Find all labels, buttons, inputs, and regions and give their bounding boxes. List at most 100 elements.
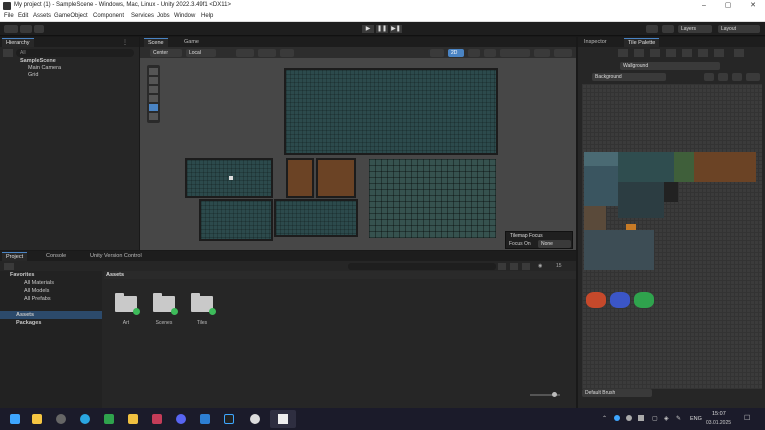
xbox-icon[interactable]	[104, 414, 114, 424]
zoom-slider-handle[interactable]	[552, 392, 557, 397]
assets-folder[interactable]: Assets	[16, 312, 34, 318]
notification-icon[interactable]: ☐	[744, 414, 750, 422]
grid-icon[interactable]	[718, 73, 728, 81]
tray-icon-4[interactable]: ▢	[652, 415, 658, 422]
palette-tile-props[interactable]	[618, 182, 664, 218]
app-icon-2[interactable]	[200, 414, 210, 424]
breadcrumb[interactable]: Assets	[106, 272, 124, 278]
menu-assets[interactable]: Assets	[33, 13, 51, 19]
tab-scene[interactable]: Scene	[144, 38, 168, 47]
fill-icon[interactable]	[714, 49, 724, 57]
palette-settings-icon[interactable]	[746, 73, 760, 81]
panel-menu-icon[interactable]: ⋮	[122, 39, 128, 46]
eraser-icon[interactable]	[698, 49, 708, 57]
filter-icon[interactable]	[498, 263, 506, 270]
palette-tile-blue-bush[interactable]	[610, 292, 630, 308]
tab-inspector[interactable]: Inspector	[580, 38, 611, 47]
clock-time[interactable]: 15:07	[712, 411, 726, 417]
favorite-all-models[interactable]: All Models	[24, 288, 49, 294]
visual-studio-icon[interactable]	[224, 414, 234, 424]
favorite-all-materials[interactable]: All Materials	[24, 280, 54, 286]
grid-snap-button[interactable]	[236, 49, 254, 57]
favorite-icon[interactable]	[522, 263, 530, 270]
menu-gameobject[interactable]: GameObject	[54, 13, 88, 19]
palette-tile-door[interactable]	[584, 206, 606, 230]
cloud-icon[interactable]	[20, 25, 32, 33]
move-tool-icon[interactable]	[149, 77, 158, 84]
menu-window[interactable]: Window	[174, 13, 195, 19]
shading-mode-button[interactable]	[430, 49, 444, 57]
gizmos-dropdown[interactable]	[534, 49, 550, 57]
palette-tile-stairs[interactable]	[584, 230, 654, 270]
picker-icon[interactable]	[682, 49, 692, 57]
snap-increment-button[interactable]	[258, 49, 276, 57]
account-button[interactable]	[4, 25, 18, 33]
palette-dropdown[interactable]: Background	[592, 73, 666, 81]
add-button[interactable]	[3, 49, 13, 57]
widgets-icon[interactable]	[32, 414, 42, 424]
lighting-icon[interactable]	[468, 49, 480, 57]
tree-item-grid[interactable]: Grid	[28, 72, 38, 78]
palette-tile-wall-top[interactable]	[584, 152, 618, 166]
tray-chevron-icon[interactable]: ⌃	[602, 415, 607, 422]
box-fill-icon[interactable]	[666, 49, 676, 57]
rotate-tool-icon[interactable]	[149, 86, 158, 93]
tab-tile-palette[interactable]: Tile Palette	[624, 38, 660, 47]
scale-tool-icon[interactable]	[149, 95, 158, 102]
gizmo-icon[interactable]	[732, 73, 742, 81]
tree-item-main-camera[interactable]: Main Camera	[28, 65, 61, 71]
tab-console[interactable]: Console	[42, 252, 70, 261]
favorites-folder[interactable]: Favorites	[10, 272, 34, 278]
palette-tile-wall[interactable]	[584, 166, 618, 206]
palette-tile-grass[interactable]	[674, 152, 694, 182]
search-icon[interactable]	[56, 414, 66, 424]
close-button[interactable]: ✕	[745, 1, 761, 11]
unity-hub-icon[interactable]	[250, 414, 260, 424]
palette-tile-floor[interactable]	[618, 152, 674, 182]
tile-palette-grid[interactable]	[582, 84, 762, 389]
language-indicator[interactable]: ENG	[690, 416, 702, 422]
focus-on-dropdown[interactable]: None	[538, 240, 571, 248]
pivot-dropdown[interactable]: Center	[150, 49, 182, 57]
tray-app-icon[interactable]	[614, 415, 620, 421]
tree-item-scene[interactable]: SampleScene	[20, 58, 56, 64]
tray-icon-5[interactable]: ◈	[664, 415, 669, 422]
pen-icon[interactable]: ✎	[676, 415, 681, 422]
minimize-button[interactable]: –	[696, 1, 712, 11]
start-icon[interactable]	[10, 414, 20, 424]
collab-icon[interactable]	[34, 25, 44, 33]
menu-component[interactable]: Component	[93, 13, 124, 19]
file-explorer-icon[interactable]	[128, 414, 138, 424]
app-icon-1[interactable]	[152, 414, 162, 424]
tab-hierarchy[interactable]: Hierarchy	[2, 38, 34, 47]
tab-project[interactable]: Project	[2, 252, 28, 261]
active-tilemap-dropdown[interactable]: Wallground	[620, 62, 720, 70]
palette-tile-dark[interactable]	[664, 182, 678, 202]
select-tool-icon[interactable]	[618, 49, 628, 57]
scene-viewport[interactable]: Tilemap Focus Focus On None	[140, 58, 576, 250]
paint-brush-icon[interactable]	[650, 49, 660, 57]
discord-icon[interactable]	[176, 414, 186, 424]
rect-tool-icon[interactable]	[149, 104, 158, 111]
tray-icon-2[interactable]	[626, 415, 632, 421]
scene-search-icon[interactable]	[554, 49, 572, 57]
audio-icon[interactable]	[484, 49, 496, 57]
project-search-input[interactable]	[348, 263, 496, 270]
play-button[interactable]: ▶	[362, 25, 374, 33]
edit-palette-icon[interactable]	[704, 73, 714, 81]
palette-tile-wood[interactable]	[694, 152, 756, 182]
menu-help[interactable]: Help	[201, 13, 213, 19]
tab-game[interactable]: Game	[180, 38, 203, 47]
history-icon[interactable]	[646, 25, 658, 33]
tab-version-control[interactable]: Unity Version Control	[86, 252, 146, 261]
layers-dropdown[interactable]: Layers	[678, 25, 712, 33]
space-dropdown[interactable]: Local	[186, 49, 216, 57]
effects-dropdown[interactable]	[500, 49, 530, 57]
edge-icon[interactable]	[80, 414, 90, 424]
rotate-icon[interactable]	[734, 49, 744, 57]
grid-toggle-button[interactable]	[280, 49, 294, 57]
tray-icon-3[interactable]	[638, 415, 644, 421]
unity-editor-taskbar-button[interactable]	[270, 410, 296, 428]
search-icon[interactable]	[662, 25, 674, 33]
palette-tile-green-bush[interactable]	[634, 292, 654, 308]
